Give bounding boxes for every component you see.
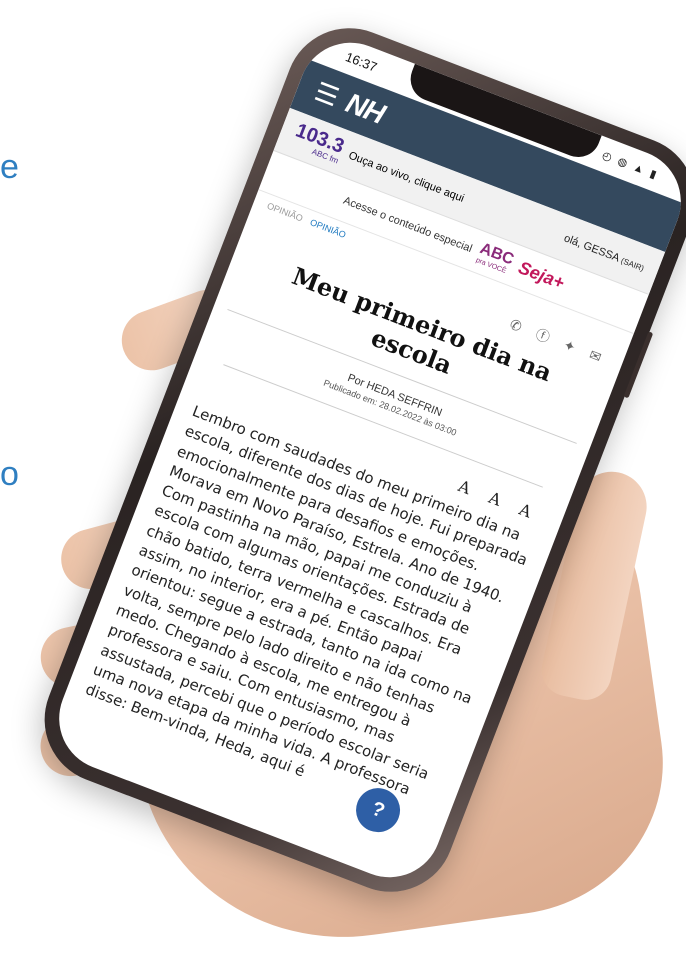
cropped-text-fragment: o [0,455,19,493]
menu-icon[interactable]: ☰ [310,76,344,113]
radio-logo: 103.3 ABC fm [290,119,348,165]
seja-logo: Seja+ [515,257,568,294]
status-time: 16:37 [343,48,380,75]
cropped-text-fragment: e [0,148,19,186]
site-logo[interactable]: NH [341,87,389,131]
greeting-text: olá, GESSA [562,231,621,264]
logout-link[interactable]: (SAIR) [620,256,646,273]
abc-logo: ABC pra VOCÊ [475,240,516,276]
